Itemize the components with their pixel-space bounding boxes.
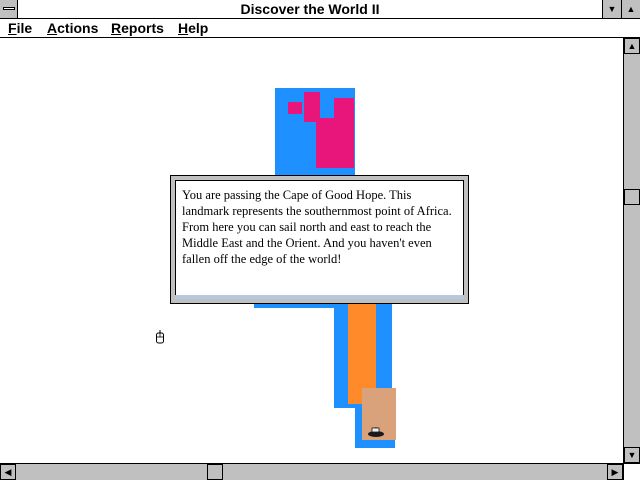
scroll-up-button[interactable]: ▲ xyxy=(624,38,640,54)
menu-actions-label: ctions xyxy=(57,20,99,36)
horizontal-scrollbar[interactable]: ◀ ▶ xyxy=(0,463,623,480)
scrollbar-corner xyxy=(623,463,640,480)
menu-reports-accel: R xyxy=(111,20,122,36)
menu-file-accel: F xyxy=(8,20,17,36)
menu-file[interactable]: File xyxy=(8,19,32,37)
menu-actions-accel: A xyxy=(47,20,58,36)
message-dialog[interactable]: You are passing the Cape of Good Hope. T… xyxy=(170,175,469,304)
vertical-scroll-thumb[interactable] xyxy=(624,189,640,205)
menu-help-accel: H xyxy=(178,20,189,36)
system-menu-icon[interactable] xyxy=(0,0,18,18)
menu-file-label: ile xyxy=(16,20,33,36)
menu-reports-label: eports xyxy=(121,20,164,36)
menu-bar: File Actions Reports Help xyxy=(0,19,640,38)
vertical-scrollbar[interactable]: ▲ ▼ xyxy=(623,38,640,463)
message-panel: You are passing the Cape of Good Hope. T… xyxy=(175,180,464,299)
message-text: You are passing the Cape of Good Hope. T… xyxy=(182,188,452,266)
horizontal-scroll-thumb[interactable] xyxy=(207,464,223,480)
maximize-button[interactable]: ▲ xyxy=(621,0,640,18)
land-scandinavia xyxy=(334,98,354,120)
land-continental-europe xyxy=(316,118,354,168)
window-title: Discover the World II xyxy=(240,1,380,17)
scroll-right-button[interactable]: ▶ xyxy=(607,464,623,480)
menu-actions[interactable]: Actions xyxy=(47,19,98,37)
menu-help-label: elp xyxy=(188,20,209,36)
mouse-icon xyxy=(156,330,164,344)
minimize-button[interactable]: ▼ xyxy=(602,0,621,18)
menu-help[interactable]: Help xyxy=(178,19,208,37)
title-bar: Discover the World II ▼ ▲ xyxy=(0,0,640,19)
menu-reports[interactable]: Reports xyxy=(111,19,164,37)
land-ireland xyxy=(288,102,302,114)
scroll-down-button[interactable]: ▼ xyxy=(624,447,640,463)
ship-icon xyxy=(368,427,384,437)
scroll-left-button[interactable]: ◀ xyxy=(0,464,16,480)
dialog-bottom-bar xyxy=(175,295,464,299)
